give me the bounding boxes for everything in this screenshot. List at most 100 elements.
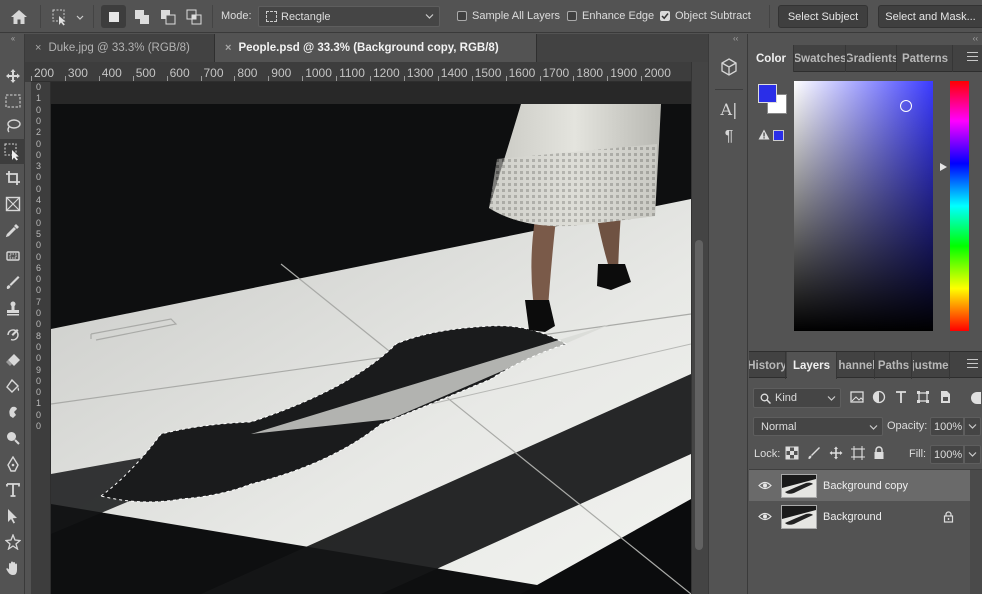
smart-object-filter-icon[interactable] [938,390,952,404]
type-layer-filter-icon[interactable] [894,390,908,404]
layers-panel-menu-icon[interactable] [967,359,978,371]
tab-layers[interactable]: Layers [787,352,837,379]
layers-scrollbar[interactable] [970,470,982,594]
layer-row-background[interactable]: Background [749,501,970,532]
vertical-scrollbar[interactable] [691,62,708,594]
select-subject-button[interactable]: Select Subject [778,5,868,28]
ruler-tick-label: 9 [36,364,42,375]
dodge-tool-icon[interactable] [0,425,25,450]
dock-collapse-icon[interactable]: ‹‹ [733,34,738,43]
type-tool-icon[interactable] [0,477,25,502]
adjustment-layer-filter-icon[interactable] [872,390,886,404]
visibility-eye-icon[interactable] [758,481,772,490]
pixel-layer-filter-icon[interactable] [850,390,864,404]
out-of-gamut-warning-icon[interactable] [758,129,770,143]
horizontal-ruler[interactable]: 200 300 400 500 600 700 800 900 1000 1100 1200 1300… [31,62,691,82]
tab-duke[interactable]: × Duke.jpg @ 33.3% (RGB/8) [25,34,215,62]
history-brush-tool-icon[interactable] [0,321,25,346]
tab-label: Duke.jpg @ 33.3% (RGB/8) [48,42,190,54]
move-tool-icon[interactable] [0,63,25,88]
blend-mode-select[interactable]: Normal [753,417,883,436]
hue-slider-handle[interactable] [940,163,947,171]
lasso-tool-icon[interactable] [0,113,25,138]
layer-lock-icon[interactable] [943,510,954,523]
document-canvas[interactable] [51,104,691,594]
opacity-input[interactable]: 100% [930,417,964,436]
home-icon[interactable] [6,5,32,28]
foreground-color-swatch[interactable] [758,84,777,103]
lock-image-pixels-icon[interactable] [807,446,821,460]
smudge-tool-icon[interactable] [0,399,25,424]
right-dock-collapse-icon[interactable]: ‹‹ [973,34,978,43]
tab-people[interactable]: × People.psd @ 33.3% (Background copy, R… [215,34,537,62]
tab-paths[interactable]: Paths [876,352,912,379]
layer-name[interactable]: Background [823,511,882,523]
stamp-tool-icon[interactable] [0,295,25,320]
visibility-eye-icon[interactable] [758,512,772,521]
fill-slider-toggle[interactable] [964,445,981,464]
add-to-selection-icon[interactable] [129,5,154,28]
object-subtract-label: Object Subtract [675,10,751,22]
path-selection-tool-icon[interactable] [0,503,25,528]
lock-transparent-pixels-icon[interactable] [785,446,799,460]
ruler-tick-label: 0 [36,319,42,330]
shape-layer-filter-icon[interactable] [916,390,930,404]
hand-tool-icon[interactable] [0,555,25,580]
lock-all-icon[interactable] [873,446,885,460]
color-picker-cursor[interactable] [900,100,912,112]
subtract-from-selection-icon[interactable] [155,5,180,28]
opacity-slider-toggle[interactable] [964,417,981,436]
ruler-tick-label: 0 [36,82,42,92]
saturation-brightness-field[interactable] [794,81,933,331]
patch-tool-icon[interactable] [0,243,25,268]
sample-all-layers-box[interactable] [457,11,467,21]
tab-patterns[interactable]: Patterns [898,45,953,72]
paragraph-panel-icon[interactable]: ¶ [717,126,741,148]
options-bar: Mode: Rectangle Sample All Layers Enhanc… [0,0,982,33]
gamut-color-chip[interactable] [773,130,784,141]
filter-toggle-icon[interactable] [971,392,981,404]
layer-filter-kind-select[interactable]: Kind [753,388,841,408]
3d-panel-icon[interactable] [717,56,741,78]
custom-shape-tool-icon[interactable] [0,529,25,554]
object-subtract-checkbox[interactable]: Object Subtract [660,10,751,22]
close-tab-icon[interactable]: × [225,42,231,54]
tab-gradients[interactable]: Gradients [847,45,897,72]
layer-row-background-copy[interactable]: Background copy [749,470,970,501]
scrollbar-thumb[interactable] [695,240,703,550]
enhance-edge-box[interactable] [567,11,577,21]
mode-select[interactable]: Rectangle [258,6,440,27]
lock-artboard-icon[interactable] [851,446,865,460]
brush-tool-icon[interactable] [0,269,25,294]
tab-channels[interactable]: Channels [838,352,875,379]
frame-tool-icon[interactable] [0,191,25,216]
vertical-ruler[interactable]: 0100200300400500600700800900100 [31,82,51,594]
panel-menu-icon[interactable] [967,52,978,64]
hue-slider[interactable] [950,81,969,331]
layer-thumbnail [781,473,817,498]
eraser-tool-icon[interactable] [0,347,25,372]
sample-all-layers-checkbox[interactable]: Sample All Layers [457,10,560,22]
crop-tool-icon[interactable] [0,165,25,190]
layer-name[interactable]: Background copy [823,480,908,492]
close-tab-icon[interactable]: × [35,42,41,54]
eyedropper-tool-icon[interactable] [0,217,25,242]
lock-position-icon[interactable] [829,446,843,460]
fill-input[interactable]: 100% [930,445,964,464]
tab-history[interactable]: History [749,352,786,379]
select-and-mask-button[interactable]: Select and Mask... [878,5,982,28]
character-panel-icon[interactable]: A| [717,98,741,120]
object-subtract-box[interactable] [660,11,670,21]
tab-adjustments[interactable]: Adjustments [913,352,950,379]
pen-tool-icon[interactable] [0,451,25,476]
tool-preset-picker[interactable] [48,5,88,28]
object-selection-tool-icon[interactable] [0,139,25,164]
new-selection-icon[interactable] [101,5,126,28]
paint-bucket-tool-icon[interactable] [0,373,25,398]
enhance-edge-checkbox[interactable]: Enhance Edge [567,10,654,22]
intersect-selection-icon[interactable] [181,5,206,28]
tab-color[interactable]: Color [749,45,794,72]
tools-collapse-icon[interactable]: ‹‹ [1,34,24,43]
marquee-tool-icon[interactable] [0,88,25,113]
tab-swatches[interactable]: Swatches [795,45,846,72]
